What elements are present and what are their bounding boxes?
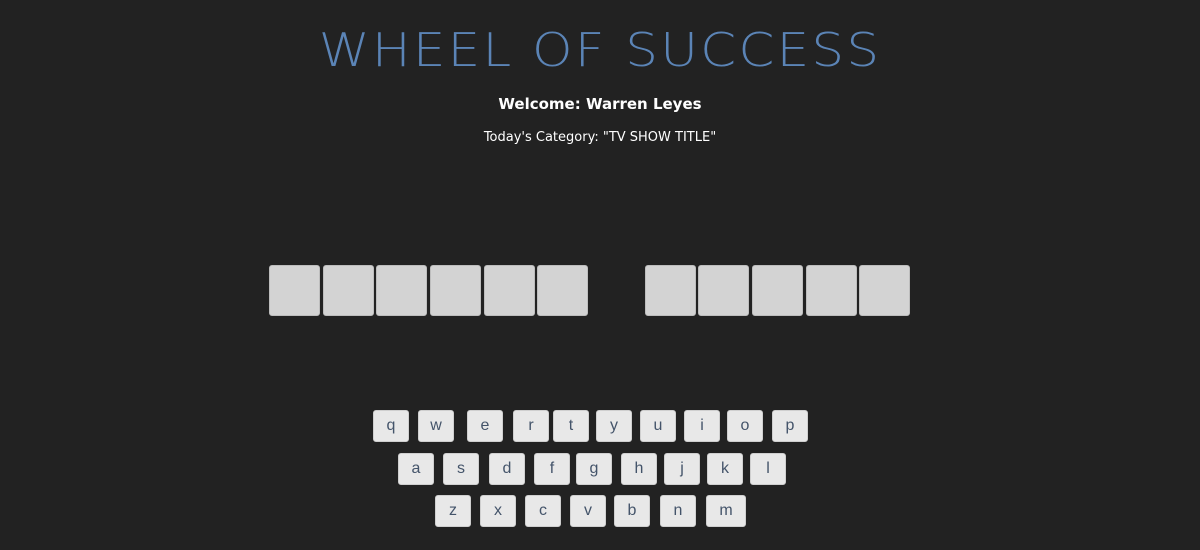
key-w[interactable]: w <box>418 410 454 442</box>
letter-tile <box>806 265 857 316</box>
key-p[interactable]: p <box>772 410 808 442</box>
key-t[interactable]: t <box>553 410 589 442</box>
letter-tile <box>645 265 696 316</box>
key-r[interactable]: r <box>513 410 549 442</box>
key-k[interactable]: k <box>707 453 743 485</box>
welcome-message: Welcome: Warren Leyes <box>498 95 702 113</box>
key-l[interactable]: l <box>750 453 786 485</box>
key-f[interactable]: f <box>534 453 570 485</box>
key-v[interactable]: v <box>570 495 606 527</box>
key-i[interactable]: i <box>684 410 720 442</box>
key-d[interactable]: d <box>489 453 525 485</box>
key-j[interactable]: j <box>664 453 700 485</box>
letter-tile <box>698 265 749 316</box>
key-z[interactable]: z <box>435 495 471 527</box>
category-label: Today's Category: "TV SHOW TITLE" <box>483 130 717 145</box>
letter-tile <box>752 265 803 316</box>
key-y[interactable]: y <box>596 410 632 442</box>
keyboard-row-1: q w e r t y u i o p <box>0 410 1200 444</box>
key-n[interactable]: n <box>660 495 696 527</box>
key-a[interactable]: a <box>398 453 434 485</box>
page-title: WHEEL OF SUCCESS <box>318 23 882 77</box>
key-c[interactable]: c <box>525 495 561 527</box>
letter-tile <box>376 265 427 316</box>
puzzle-board <box>269 265 929 318</box>
key-s[interactable]: s <box>443 453 479 485</box>
keyboard-row-2: a s d f g h j k l <box>0 453 1200 487</box>
letter-tile <box>537 265 588 316</box>
key-q[interactable]: q <box>373 410 409 442</box>
key-h[interactable]: h <box>621 453 657 485</box>
key-m[interactable]: m <box>706 495 746 527</box>
key-g[interactable]: g <box>576 453 612 485</box>
key-b[interactable]: b <box>614 495 650 527</box>
key-e[interactable]: e <box>467 410 503 442</box>
letter-tile <box>430 265 481 316</box>
letter-tile <box>323 265 374 316</box>
letter-tile <box>859 265 910 316</box>
letter-tile <box>484 265 535 316</box>
key-o[interactable]: o <box>727 410 763 442</box>
letter-tile <box>269 265 320 316</box>
key-x[interactable]: x <box>480 495 516 527</box>
keyboard-row-3: z x c v b n m <box>0 495 1200 529</box>
key-u[interactable]: u <box>640 410 676 442</box>
